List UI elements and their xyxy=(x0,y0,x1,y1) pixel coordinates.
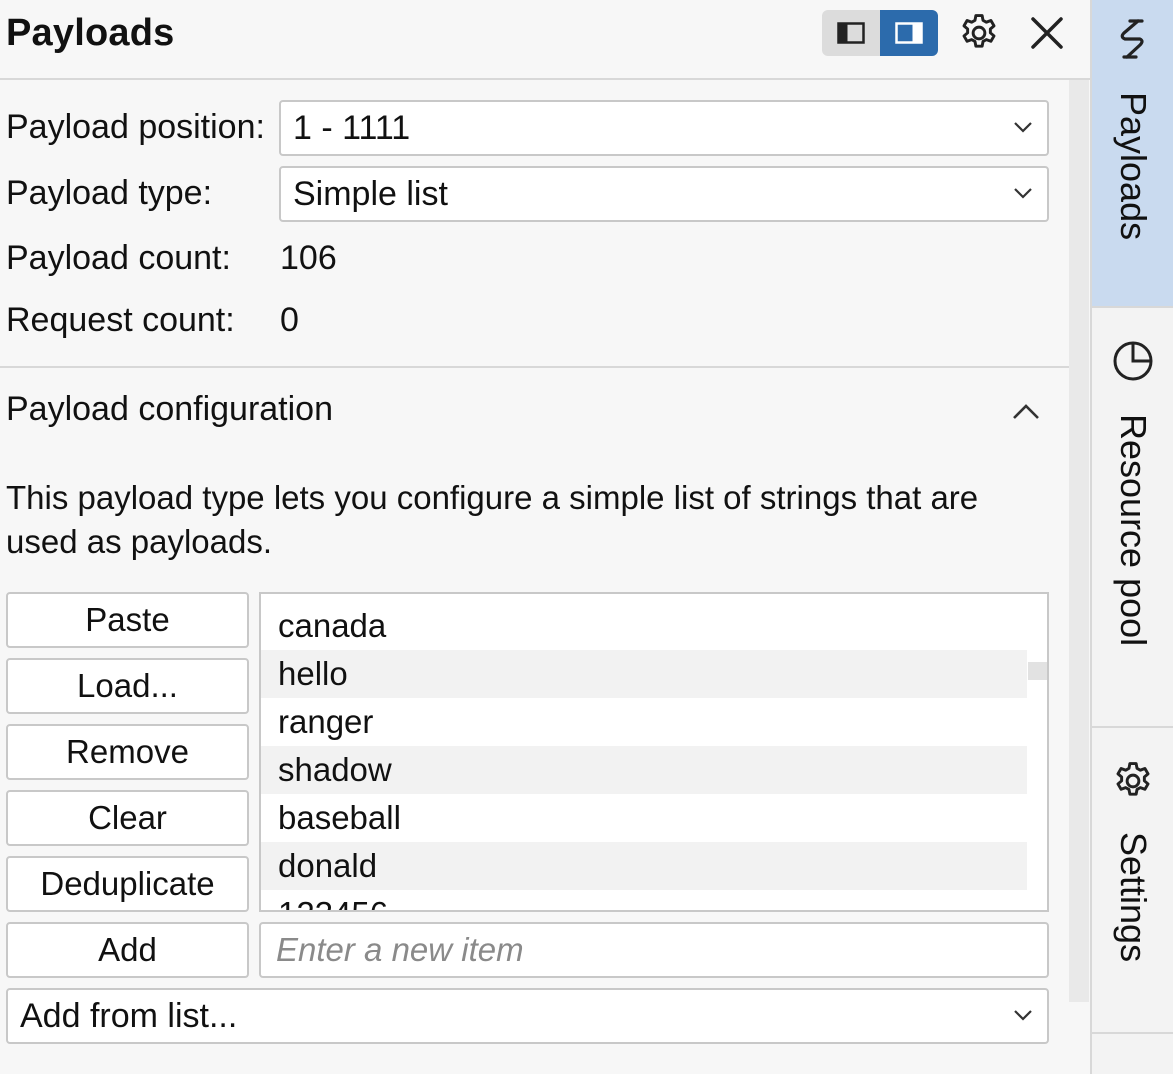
list-item[interactable]: ranger xyxy=(261,698,1027,746)
chevron-down-icon xyxy=(1014,1010,1032,1021)
chevron-up-icon xyxy=(1013,404,1039,419)
list-item[interactable]: canada xyxy=(261,602,1027,650)
payload-configuration-description: This payload type lets you configure a s… xyxy=(6,479,979,560)
gear-icon xyxy=(962,14,996,48)
chevron-down-icon xyxy=(1014,122,1032,133)
collapse-section-button[interactable] xyxy=(1004,392,1048,432)
tab-payloads[interactable]: Payloads xyxy=(1092,0,1173,308)
tab-resource-pool-label: Resource pool xyxy=(1113,414,1154,647)
layout-right-panel-button[interactable] xyxy=(880,10,938,56)
remove-button[interactable]: Remove xyxy=(6,724,249,780)
load-button[interactable]: Load... xyxy=(6,658,249,714)
payload-type-value: Simple list xyxy=(293,175,448,213)
tab-settings[interactable]: Settings xyxy=(1092,728,1173,1034)
new-item-input[interactable] xyxy=(259,922,1049,978)
close-button[interactable] xyxy=(1022,10,1072,56)
burp-logo-icon xyxy=(1110,16,1156,62)
payload-count-value: 106 xyxy=(280,239,337,277)
list-scrollbar[interactable] xyxy=(1028,594,1047,910)
request-count-value: 0 xyxy=(280,301,299,339)
payload-position-label: Payload position: xyxy=(6,108,265,146)
payload-list[interactable]: canada hello ranger shadow baseball dona… xyxy=(259,592,1049,912)
payloads-panel: Payloads Payload position: 1 - 1111 Payl… xyxy=(0,0,1090,1074)
list-item[interactable]: 123456 xyxy=(261,890,1027,910)
close-icon xyxy=(1031,17,1063,49)
deduplicate-button[interactable]: Deduplicate xyxy=(6,856,249,912)
list-item[interactable]: hello xyxy=(261,650,1027,698)
list-item[interactable]: shadow xyxy=(261,746,1027,794)
gear-icon xyxy=(1110,758,1156,804)
payload-type-label: Payload type: xyxy=(6,174,213,212)
add-from-list-select[interactable]: Add from list... xyxy=(6,988,1049,1044)
layout-left-panel-button[interactable] xyxy=(822,10,880,56)
add-from-list-value: Add from list... xyxy=(20,997,238,1035)
list-item[interactable]: donald xyxy=(261,842,1027,890)
add-button[interactable]: Add xyxy=(6,922,249,978)
panel-settings-button[interactable] xyxy=(954,10,1004,56)
chevron-down-icon xyxy=(1014,188,1032,199)
panel-scrollbar[interactable] xyxy=(1069,80,1089,1002)
payload-configuration-title: Payload configuration xyxy=(6,390,334,428)
payload-position-value: 1 - 1111 xyxy=(293,109,411,147)
clear-button[interactable]: Clear xyxy=(6,790,249,846)
list-item[interactable]: baseball xyxy=(261,794,1027,842)
request-count-label: Request count: xyxy=(6,301,235,339)
list-scrollbar-thumb[interactable] xyxy=(1028,662,1047,680)
tab-resource-pool[interactable]: Resource pool xyxy=(1092,308,1173,728)
section-divider xyxy=(0,366,1069,368)
paste-button[interactable]: Paste xyxy=(6,592,249,648)
right-tab-bar: Payloads Resource pool Settings xyxy=(1090,0,1173,1074)
panel-header: Payloads xyxy=(0,0,1090,80)
panel-title: Payloads xyxy=(6,12,175,54)
payload-count-label: Payload count: xyxy=(6,239,231,277)
tab-payloads-label: Payloads xyxy=(1113,92,1154,241)
sidebar-right-icon xyxy=(895,22,923,44)
pie-chart-icon xyxy=(1110,338,1156,384)
payload-type-select[interactable]: Simple list xyxy=(279,166,1049,222)
tab-settings-label: Settings xyxy=(1113,832,1154,963)
sidebar-left-icon xyxy=(837,22,865,44)
layout-toggle[interactable] xyxy=(822,10,938,56)
payload-position-select[interactable]: 1 - 1111 xyxy=(279,100,1049,156)
